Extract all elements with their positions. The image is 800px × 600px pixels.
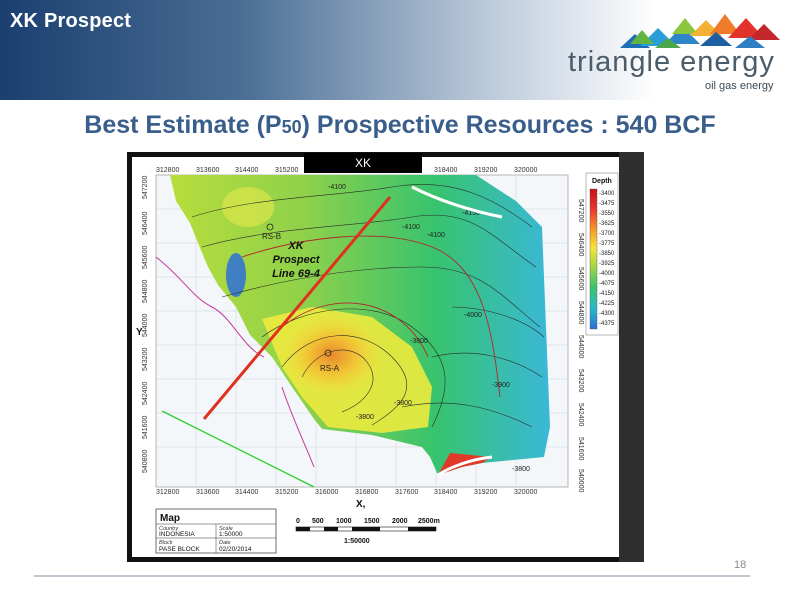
- x-tick-bottom-8: 319200: [474, 489, 497, 496]
- y-tick-right-7: 541600: [577, 437, 584, 460]
- x-tick-top-8: 319200: [474, 167, 497, 174]
- x-tick-top-9: 320000: [514, 167, 537, 174]
- y-tick-left-6: 542400: [142, 382, 149, 405]
- y-tick-left-2: 545600: [142, 246, 149, 269]
- map-figure-strip: [619, 152, 644, 562]
- y-tick-left-4: 544000: [142, 314, 149, 337]
- map-tag: XK: [304, 153, 422, 173]
- x-tick-bottom-7: 318400: [434, 489, 457, 496]
- contour-label-6: -3900: [492, 382, 510, 389]
- prospect-label-line-1: XK: [287, 240, 304, 252]
- logo-wordmark: triangle energy: [568, 46, 775, 78]
- logo-tagline: oil gas energy: [705, 80, 774, 92]
- y-tick-right-2: 545600: [577, 267, 584, 290]
- y-tick-left-5: 543200: [142, 348, 149, 371]
- scale-label-2: 1000: [336, 518, 352, 525]
- contour-label-5: -3800: [410, 338, 428, 345]
- legend-value-2: -3550: [599, 211, 615, 217]
- info-date: 02/20/2014: [219, 546, 252, 553]
- legend-value-1: -3475: [599, 201, 615, 207]
- scale-label-1: 500: [312, 518, 324, 525]
- depth-structure-map: 312800 313600 314400 315200 316000 31680…: [132, 157, 619, 557]
- x-tick-bottom-0: 312800: [156, 489, 179, 496]
- legend-value-10: -4150: [599, 291, 615, 297]
- y-tick-right-0: 547200: [577, 199, 584, 222]
- footer-divider: [34, 575, 750, 577]
- legend-value-8: -4000: [599, 271, 615, 277]
- legend-title: Depth: [592, 178, 612, 185]
- slide-title-pre: Best Estimate (P: [84, 111, 282, 139]
- scale-ratio: 1:50000: [344, 538, 370, 545]
- legend-value-3: -3625: [599, 221, 615, 227]
- prospect-label-line-3: Line 69-4: [272, 268, 320, 280]
- structure-low-west: [226, 253, 246, 297]
- y-tick-left-0: 547200: [142, 176, 149, 199]
- contour-label-7: -3800: [394, 400, 412, 407]
- y-axis-label: Y: [136, 327, 143, 338]
- legend-value-11: -4225: [599, 301, 615, 307]
- info-country: INDONESIA: [159, 531, 195, 538]
- y-tick-right-1: 546400: [577, 233, 584, 256]
- info-scale: 1:50000: [219, 531, 243, 538]
- legend-value-0: -3400: [599, 191, 615, 197]
- y-tick-left-8: 540800: [142, 450, 149, 473]
- legend-value-4: -3700: [599, 231, 615, 237]
- x-tick-bottom-3: 315200: [275, 489, 298, 496]
- legend-value-6: -3850: [599, 251, 615, 257]
- y-tick-right-5: 543200: [577, 369, 584, 392]
- x-tick-bottom-5: 316800: [355, 489, 378, 496]
- corner-title: XK Prospect: [10, 10, 132, 32]
- legend-color-bar: [589, 188, 598, 330]
- scale-label-4: 2000: [392, 518, 408, 525]
- info-heading: Map: [160, 513, 180, 524]
- x-tick-top-2: 314400: [235, 167, 258, 174]
- info-block: PASE BLOCK: [159, 546, 200, 553]
- legend-value-5: -3775: [599, 241, 615, 247]
- legend-value-9: -4075: [599, 281, 615, 287]
- well-label-rs-b: RS-B: [262, 232, 281, 241]
- x-tick-top-3: 315200: [275, 167, 298, 174]
- scale-label-5: 2500m: [418, 518, 440, 525]
- x-tick-bottom-4: 316000: [315, 489, 338, 496]
- prospect-label-line-2: Prospect: [272, 254, 320, 266]
- slide-title-post: ) Prospective Resources : 540 BCF: [301, 111, 716, 139]
- contour-label-1: -4100: [402, 224, 420, 231]
- y-tick-right-9: 540000: [577, 469, 584, 492]
- legend-value-7: -3925: [599, 261, 615, 267]
- x-tick-top-0: 312800: [156, 167, 179, 174]
- contour-label-4: -4000: [464, 312, 482, 319]
- scale-label-0: 0: [296, 518, 300, 525]
- y-tick-right-6: 542400: [577, 403, 584, 426]
- x-tick-top-1: 313600: [196, 167, 219, 174]
- structure-closure-rs-a: [280, 313, 384, 397]
- scale-label-3: 1500: [364, 518, 380, 525]
- contour-label-3: -4100: [427, 232, 445, 239]
- y-tick-left-1: 546400: [142, 212, 149, 235]
- y-tick-left-7: 541600: [142, 416, 149, 439]
- page-number: 18: [734, 559, 747, 571]
- depth-legend: Depth -3400 -3475 -3550 -3625 -3700 -377…: [585, 172, 619, 336]
- legend-value-12: -4300: [599, 311, 615, 317]
- legend-value-13: -4375: [599, 321, 615, 327]
- x-axis-label: X,: [356, 499, 366, 510]
- x-tick-bottom-2: 314400: [235, 489, 258, 496]
- x-tick-bottom-6: 317600: [395, 489, 418, 496]
- map-info-box: Map Country INDONESIA Scale 1:50000 Bloc…: [155, 508, 277, 554]
- y-tick-right-3: 544800: [577, 301, 584, 324]
- y-tick-right-4: 544000: [577, 335, 584, 358]
- contour-label-0: -4100: [328, 184, 346, 191]
- contour-label-9: -3800: [512, 466, 530, 473]
- x-tick-top-7: 318400: [434, 167, 457, 174]
- well-label-rs-a: RS-A: [320, 364, 340, 373]
- x-tick-bottom-9: 320000: [514, 489, 537, 496]
- contour-label-8: -3800: [356, 414, 374, 421]
- y-tick-left-3: 544800: [142, 280, 149, 303]
- slide-title: Best Estimate (P50) Prospective Resource…: [0, 111, 800, 140]
- x-tick-bottom-1: 313600: [196, 489, 219, 496]
- slide-title-subscript: 50: [281, 117, 302, 137]
